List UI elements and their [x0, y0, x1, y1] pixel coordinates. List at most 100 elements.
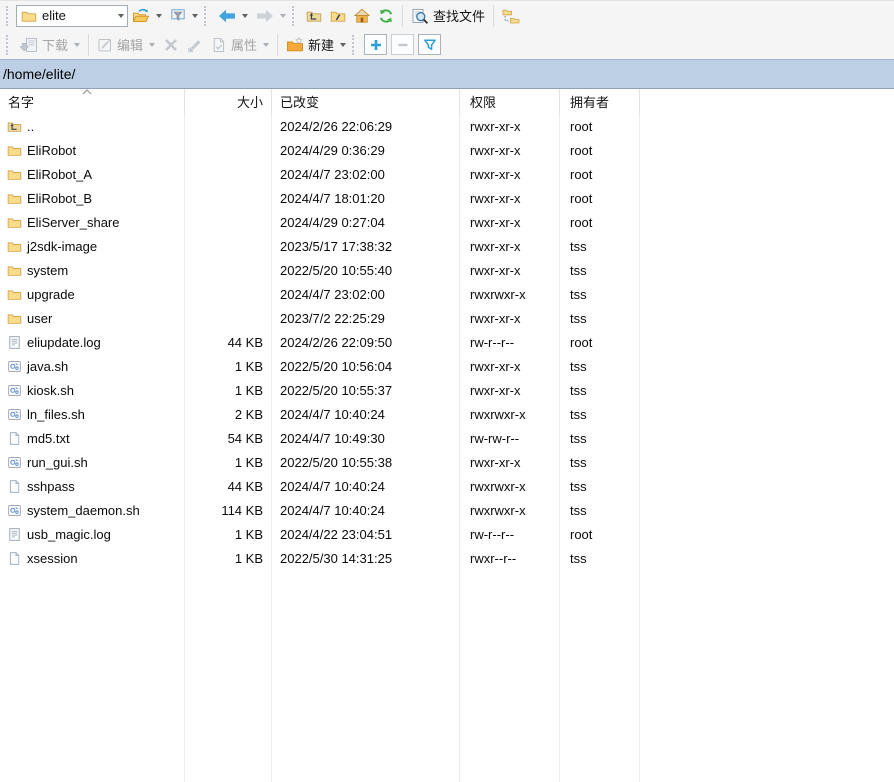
folder-root-icon: [330, 8, 346, 24]
script-file-icon: [7, 383, 22, 398]
folder-icon: [7, 215, 22, 230]
file-name: kiosk.sh: [27, 383, 74, 398]
file-row[interactable]: ..2024/2/26 22:06:29rwxr-xr-xroot: [0, 114, 894, 138]
file-name: j2sdk-image: [27, 239, 97, 254]
parent-directory-button[interactable]: [302, 3, 326, 28]
file-rights: rw-rw-r--: [460, 426, 560, 450]
refresh-button[interactable]: [374, 3, 398, 28]
file-changed: 2022/5/20 10:55:38: [272, 450, 460, 474]
file-row[interactable]: j2sdk-image2023/5/17 17:38:32rwxr-xr-xts…: [0, 234, 894, 258]
search-document-icon: [411, 8, 429, 24]
file-name: EliRobot: [27, 143, 76, 158]
file-changed: 2023/5/17 17:38:32: [272, 234, 460, 258]
toolbar-grip[interactable]: [352, 35, 358, 55]
file-size: [185, 282, 272, 306]
properties-button[interactable]: 属性: [207, 32, 273, 57]
chevron-down-icon: [340, 43, 346, 47]
toolbar-grip[interactable]: [6, 35, 12, 55]
file-size: 1 KB: [185, 546, 272, 570]
edit-button[interactable]: 编辑: [93, 32, 159, 57]
file-row[interactable]: upgrade2024/4/7 23:02:00rwxrwxr-xtss: [0, 282, 894, 306]
file-row[interactable]: EliRobot_A2024/4/7 23:02:00rwxr-xr-xroot: [0, 162, 894, 186]
chevron-down-icon: [242, 14, 248, 18]
home-icon: [354, 8, 370, 24]
file-changed: 2022/5/30 14:31:25: [272, 546, 460, 570]
arrow-left-icon: [218, 8, 236, 24]
file-size: 1 KB: [185, 354, 272, 378]
file-name: user: [27, 311, 52, 326]
plain-file-icon: [7, 551, 22, 566]
find-files-button[interactable]: 查找文件: [407, 3, 489, 28]
file-rights: rwxrwxr-x: [460, 282, 560, 306]
file-row[interactable]: EliServer_share2024/4/29 0:27:04rwxr-xr-…: [0, 210, 894, 234]
column-header-name[interactable]: 名字: [0, 89, 185, 114]
file-row[interactable]: kiosk.sh1 KB2022/5/20 10:55:37rwxr-xr-xt…: [0, 378, 894, 402]
file-rights: rwxr-xr-x: [460, 354, 560, 378]
add-filter-button[interactable]: [364, 34, 387, 55]
script-file-icon: [7, 503, 22, 518]
file-owner: tss: [560, 402, 640, 426]
arrow-right-icon: [256, 8, 274, 24]
file-owner: root: [560, 210, 640, 234]
download-button[interactable]: 下载: [16, 32, 84, 57]
file-rights: rwxr-xr-x: [460, 162, 560, 186]
file-row[interactable]: EliRobot_B2024/4/7 18:01:20rwxr-xr-xroot: [0, 186, 894, 210]
file-size: [185, 138, 272, 162]
path-bar[interactable]: /home/elite/: [0, 59, 894, 89]
toolbar-grip[interactable]: [292, 6, 298, 26]
log-file-icon: [7, 527, 22, 542]
file-row[interactable]: sshpass44 KB2024/4/7 10:40:24rwxrwxr-xts…: [0, 474, 894, 498]
file-name: system_daemon.sh: [27, 503, 140, 518]
file-row[interactable]: md5.txt54 KB2024/4/7 10:49:30rw-rw-r--ts…: [0, 426, 894, 450]
file-row[interactable]: EliRobot2024/4/29 0:36:29rwxr-xr-xroot: [0, 138, 894, 162]
file-row[interactable]: system_daemon.sh114 KB2024/4/7 10:40:24r…: [0, 498, 894, 522]
plain-file-icon: [7, 479, 22, 494]
open-folder-icon: [132, 8, 150, 24]
file-size: [185, 210, 272, 234]
file-row[interactable]: run_gui.sh1 KB2022/5/20 10:55:38rwxr-xr-…: [0, 450, 894, 474]
file-owner: root: [560, 186, 640, 210]
forward-button[interactable]: [252, 3, 290, 28]
file-list: ..2024/2/26 22:06:29rwxr-xr-xrootEliRobo…: [0, 114, 894, 570]
delete-button[interactable]: [159, 32, 183, 57]
file-row[interactable]: java.sh1 KB2022/5/20 10:56:04rwxr-xr-xts…: [0, 354, 894, 378]
new-button[interactable]: 新建: [282, 32, 350, 57]
script-file-icon: [7, 359, 22, 374]
filter-files-button[interactable]: [166, 3, 202, 28]
file-row[interactable]: ln_files.sh2 KB2024/4/7 10:40:24rwxrwxr-…: [0, 402, 894, 426]
column-header-size[interactable]: 大小: [185, 89, 272, 114]
folder-icon: [7, 311, 22, 326]
file-size: 1 KB: [185, 378, 272, 402]
file-name: ..: [27, 119, 34, 134]
file-row[interactable]: usb_magic.log1 KB2024/4/22 23:04:51rw-r-…: [0, 522, 894, 546]
back-button[interactable]: [214, 3, 252, 28]
chevron-down-icon: [74, 43, 80, 47]
file-row[interactable]: system2022/5/20 10:55:40rwxr-xr-xtss: [0, 258, 894, 282]
rename-button[interactable]: [183, 32, 207, 57]
file-changed: 2024/2/26 22:06:29: [272, 114, 460, 138]
toolbar-file-actions: 下载 编辑 属性 新建: [0, 30, 894, 59]
filter-toggle-button[interactable]: [418, 34, 441, 55]
file-rights: rw-r--r--: [460, 522, 560, 546]
file-row[interactable]: xsession1 KB2022/5/30 14:31:25rwxr--r--t…: [0, 546, 894, 570]
file-size: 54 KB: [185, 426, 272, 450]
root-directory-button[interactable]: [326, 3, 350, 28]
toolbar-session-nav: elite: [0, 1, 894, 30]
toolbar-grip[interactable]: [204, 6, 210, 26]
column-header-rights[interactable]: 权限: [460, 89, 560, 114]
column-header-owner[interactable]: 拥有者: [560, 89, 640, 114]
open-directory-button[interactable]: [128, 3, 166, 28]
file-changed: 2022/5/20 10:56:04: [272, 354, 460, 378]
file-row[interactable]: user2023/7/2 22:25:29rwxr-xr-xtss: [0, 306, 894, 330]
synchronize-browsing-button[interactable]: [498, 3, 524, 28]
toolbar-grip[interactable]: [6, 6, 12, 26]
file-changed: 2024/4/7 23:02:00: [272, 162, 460, 186]
home-directory-button[interactable]: [350, 3, 374, 28]
script-file-icon: [7, 455, 22, 470]
remove-filter-button[interactable]: [391, 34, 414, 55]
session-selector[interactable]: elite: [16, 5, 128, 27]
file-row[interactable]: eliupdate.log44 KB2024/2/26 22:09:50rw-r…: [0, 330, 894, 354]
column-header-changed[interactable]: 已改变: [272, 89, 460, 114]
chevron-down-icon: [156, 14, 162, 18]
file-rights: rwxr-xr-x: [460, 234, 560, 258]
